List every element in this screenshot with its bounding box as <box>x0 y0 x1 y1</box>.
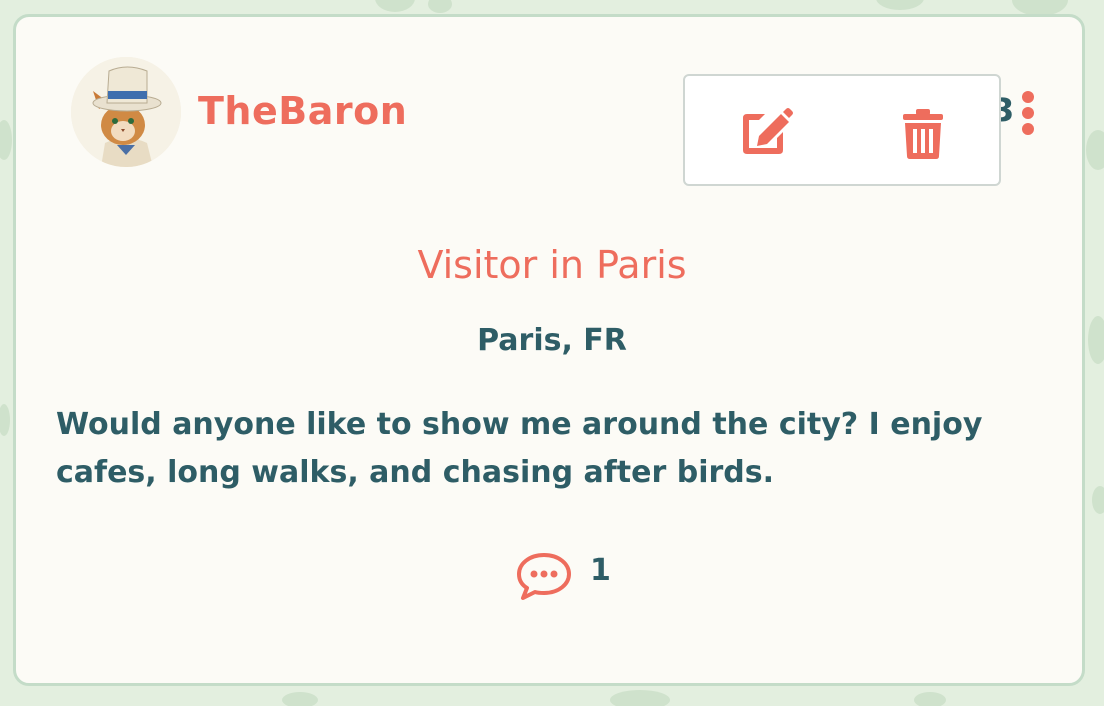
username[interactable]: TheBaron <box>198 89 407 133</box>
delete-button[interactable] <box>893 102 953 162</box>
post-title: Visitor in Paris <box>417 243 687 287</box>
more-dot <box>1022 107 1034 119</box>
post-card: TheBaron 3 Visitor in Paris Paris, FR Wo… <box>13 14 1085 686</box>
more-dot <box>1022 91 1034 103</box>
more-options-button[interactable] <box>1016 89 1040 137</box>
comment-count: 1 <box>590 553 611 588</box>
comment-icon <box>517 553 571 600</box>
user-avatar[interactable] <box>71 57 181 167</box>
post-location: Paris, FR <box>477 323 627 358</box>
trash-icon <box>903 109 943 159</box>
edit-button[interactable] <box>735 102 795 162</box>
more-dot <box>1022 123 1034 135</box>
post-body: Would anyone like to show me around the … <box>56 407 983 490</box>
edit-icon <box>743 108 793 154</box>
cat-avatar-illustration <box>71 57 181 167</box>
post-actions-menu <box>683 74 1001 186</box>
